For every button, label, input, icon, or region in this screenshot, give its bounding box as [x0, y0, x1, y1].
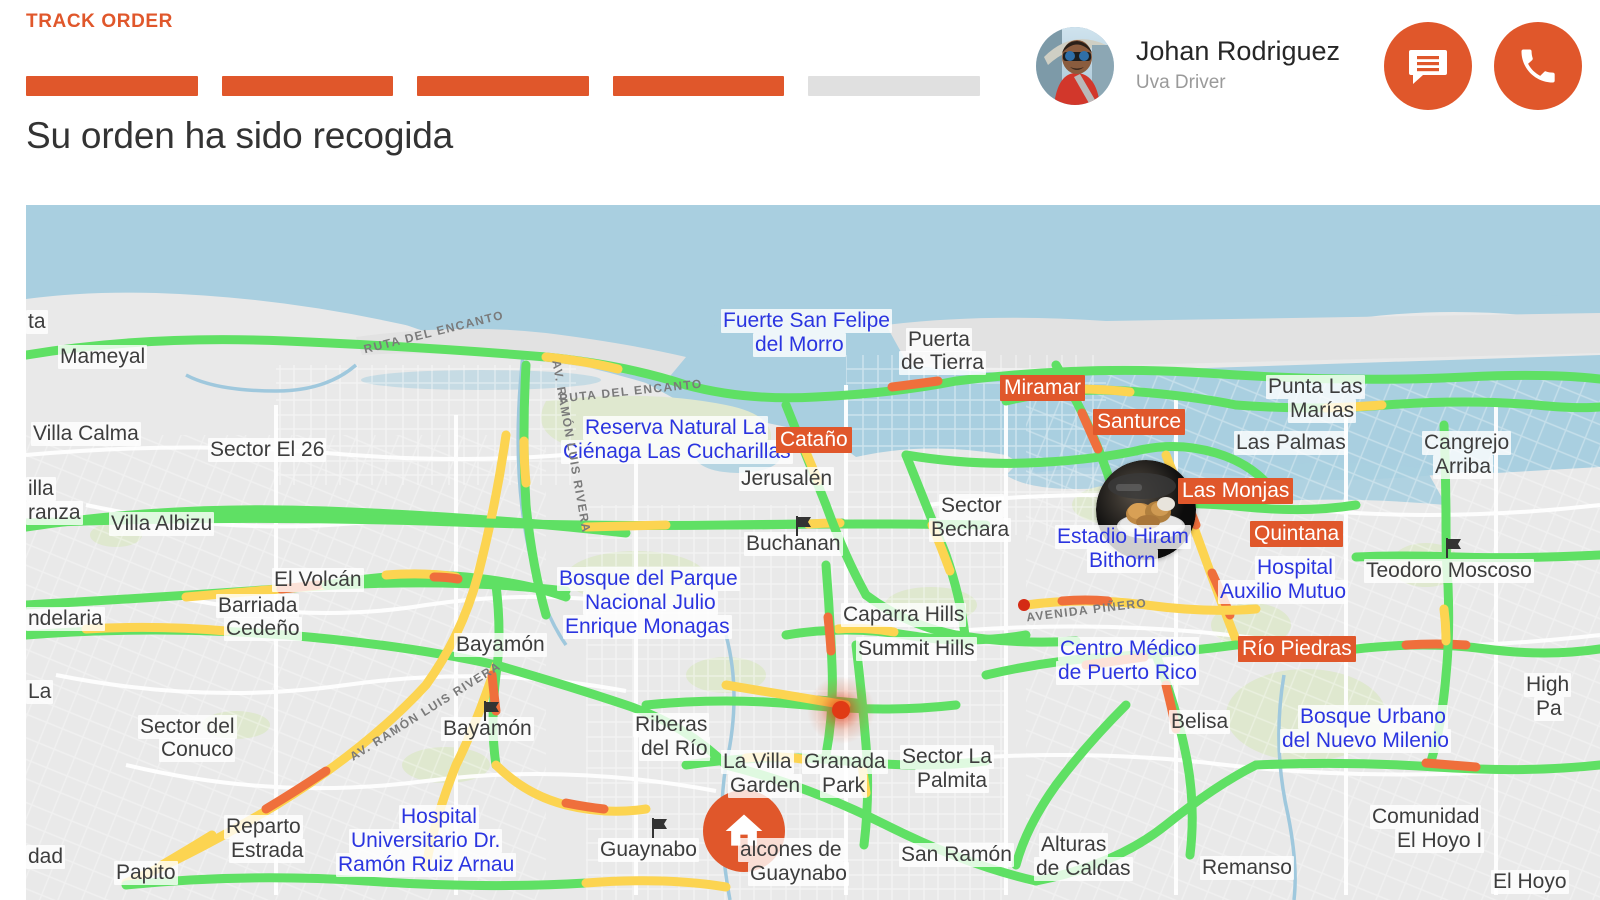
map-flag-icon [482, 700, 502, 722]
map-flag-icon [1444, 537, 1464, 559]
chat-button[interactable] [1384, 22, 1472, 110]
driver-avatar [1035, 27, 1114, 105]
driver-pulse-dot [832, 701, 850, 719]
order-status-heading: Su orden ha sido recogida [26, 115, 453, 156]
driver-name: Johan Rodriguez [1135, 36, 1340, 67]
phone-icon [1521, 49, 1555, 83]
traffic-incident-dot [1018, 599, 1030, 611]
progress-segment-4 [612, 76, 785, 96]
map-flag-icon [650, 817, 670, 839]
progress-segment-3 [417, 76, 589, 96]
driver-text-block: Johan Rodriguez Uva Driver [1136, 36, 1340, 96]
delivery-tracking-map[interactable]: ta Mameyal Villa Calma Sector El 26 illa ranz… [26, 205, 1600, 900]
map-flag-icon [794, 515, 814, 537]
track-order-header: TRACK ORDER Su orden ha sido recogida Jo… [0, 0, 1600, 205]
home-icon [725, 814, 763, 846]
progress-segment-2 [221, 76, 394, 96]
page-title: TRACK ORDER [26, 11, 173, 32]
progress-segment-1 [26, 76, 198, 96]
progress-segment-5 [808, 76, 980, 96]
home-destination-marker[interactable] [703, 790, 785, 872]
chat-bubble-icon [1409, 50, 1447, 84]
driver-role: Uva Driver [1135, 72, 1226, 94]
call-button[interactable] [1494, 22, 1582, 110]
order-progress-bar [26, 76, 980, 96]
food-photo-icon [1096, 460, 1196, 560]
restaurant-pickup-marker[interactable] [1096, 460, 1196, 560]
avatar-photo-icon [1035, 27, 1114, 105]
driver-info-block: Johan Rodriguez Uva Driver [1035, 20, 1582, 112]
map-canvas [26, 205, 1600, 900]
